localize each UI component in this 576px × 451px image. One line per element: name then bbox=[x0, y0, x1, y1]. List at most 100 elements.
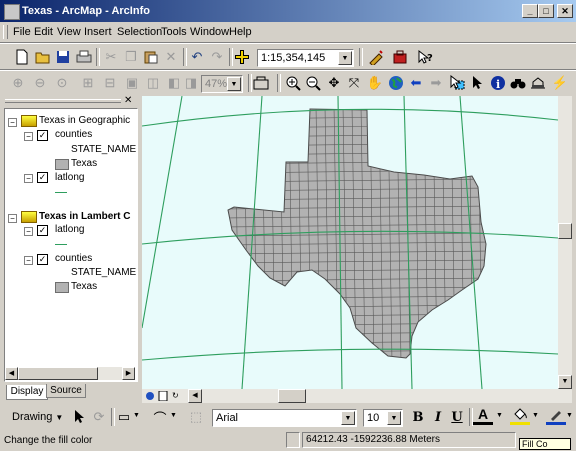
font-color-button[interactable]: A bbox=[473, 406, 493, 425]
undo-icon[interactable]: ↶ bbox=[187, 47, 207, 67]
menu-edit[interactable]: Edit bbox=[34, 25, 53, 39]
cut-icon[interactable]: ✂ bbox=[101, 47, 121, 67]
rotate-icon[interactable]: ⟳ bbox=[89, 407, 109, 427]
editor-icon[interactable] bbox=[366, 47, 386, 67]
scroll-left-icon[interactable]: ◀ bbox=[5, 367, 18, 380]
chevron-down-icon[interactable]: ▼ bbox=[496, 412, 503, 419]
chevron-down-icon[interactable]: ▼ bbox=[227, 77, 241, 91]
full-extent-globe-icon[interactable] bbox=[386, 73, 406, 93]
chevron-down-icon[interactable]: ▼ bbox=[341, 411, 355, 425]
menu-insert[interactable]: Insert bbox=[84, 25, 112, 39]
map-display[interactable] bbox=[142, 96, 558, 389]
map-horizontal-scrollbar[interactable]: ↻ ◀ bbox=[142, 389, 572, 403]
toggle-draft-mode-icon[interactable] bbox=[251, 73, 271, 93]
title-bar[interactable]: Texas - ArcMap - ArcInfo _ □ ✕ bbox=[0, 0, 576, 22]
new-text-icon[interactable]: ⌒ bbox=[150, 407, 170, 427]
menu-file[interactable]: File bbox=[13, 25, 31, 39]
chevron-down-icon[interactable]: ▼ bbox=[532, 412, 539, 419]
chevron-down-icon[interactable]: ▼ bbox=[338, 51, 352, 65]
polygon-symbol-swatch[interactable] bbox=[55, 282, 69, 293]
layer-visibility-checkbox[interactable]: ✓ bbox=[37, 254, 48, 265]
find-binoculars-icon[interactable] bbox=[508, 73, 528, 93]
layer-name-counties[interactable]: counties bbox=[55, 252, 92, 265]
rectangle-icon[interactable]: ▭ bbox=[114, 407, 134, 427]
edit-vertices-icon[interactable]: ⬚ bbox=[186, 407, 206, 427]
chevron-down-icon[interactable]: ▼ bbox=[170, 412, 177, 419]
zoom-100-icon[interactable]: ◫ bbox=[143, 73, 163, 93]
layout-zoom-combo[interactable]: 47% ▼ bbox=[201, 75, 243, 93]
scroll-thumb[interactable] bbox=[18, 367, 98, 380]
menu-selection[interactable]: Selection bbox=[117, 25, 162, 39]
add-data-icon[interactable] bbox=[232, 47, 252, 67]
menu-tools[interactable]: Tools bbox=[161, 25, 187, 39]
identify-icon[interactable]: i bbox=[488, 73, 508, 93]
fixed-zoom-in-icon[interactable]: ✥ bbox=[324, 73, 344, 93]
font-size-combo[interactable]: 10 ▼ bbox=[363, 409, 403, 427]
collapse-icon[interactable]: − bbox=[24, 132, 33, 141]
layer-name-latlong[interactable]: latlong bbox=[55, 223, 84, 236]
layer-name-latlong[interactable]: latlong bbox=[55, 171, 84, 184]
paste-icon[interactable] bbox=[141, 47, 161, 67]
bold-button[interactable]: B bbox=[408, 407, 428, 427]
fill-color-bucket-icon[interactable] bbox=[510, 406, 530, 425]
collapse-icon[interactable]: − bbox=[24, 227, 33, 236]
scroll-down-icon[interactable]: ▼ bbox=[558, 375, 572, 389]
open-icon[interactable] bbox=[33, 47, 53, 67]
data-frame-label[interactable]: Texas in Geographic bbox=[39, 114, 130, 127]
copy-icon[interactable]: ❐ bbox=[121, 47, 141, 67]
menu-view[interactable]: View bbox=[57, 25, 81, 39]
line-symbol-swatch[interactable] bbox=[55, 192, 67, 193]
fixed-zoom-in-layout-icon[interactable]: ⊞ bbox=[78, 73, 98, 93]
scroll-thumb[interactable] bbox=[558, 223, 572, 239]
pan-hand-icon[interactable]: ✋ bbox=[365, 73, 385, 93]
menu-grip[interactable] bbox=[3, 25, 8, 39]
print-icon[interactable] bbox=[74, 47, 94, 67]
fixed-zoom-out-icon[interactable]: ⤧ bbox=[344, 73, 364, 93]
tab-source[interactable]: Source bbox=[46, 384, 86, 398]
hyperlink-lightning-icon[interactable]: ⚡ bbox=[550, 73, 570, 93]
map-canvas[interactable] bbox=[142, 96, 558, 389]
zoom-in-layout-icon[interactable]: ⊕ bbox=[8, 73, 28, 93]
zoom-out-icon[interactable] bbox=[303, 73, 323, 93]
toc-horizontal-scrollbar[interactable]: ◀ ▶ bbox=[5, 367, 135, 380]
forward-extent-layout-icon[interactable]: ◨ bbox=[181, 73, 201, 93]
close-button[interactable]: ✕ bbox=[557, 4, 573, 18]
zoom-in-icon[interactable] bbox=[283, 73, 303, 93]
refresh-icon[interactable]: ↻ bbox=[172, 391, 182, 401]
drawing-menu[interactable]: Drawing ▼ bbox=[12, 409, 63, 426]
back-extent-arrow-icon[interactable]: ⬅ bbox=[406, 73, 426, 93]
tab-display[interactable]: Display bbox=[6, 385, 48, 400]
fixed-zoom-out-layout-icon[interactable]: ⊟ bbox=[100, 73, 120, 93]
italic-button[interactable]: I bbox=[428, 407, 448, 427]
redo-icon[interactable]: ↷ bbox=[207, 47, 227, 67]
map-vertical-scrollbar[interactable]: ▼ bbox=[558, 96, 572, 389]
zoom-out-layout-icon[interactable]: ⊖ bbox=[30, 73, 50, 93]
measure-icon[interactable] bbox=[528, 73, 548, 93]
select-features-icon[interactable] bbox=[447, 73, 467, 93]
new-icon[interactable] bbox=[12, 47, 32, 67]
maximize-button[interactable]: □ bbox=[538, 4, 554, 18]
menu-help[interactable]: Help bbox=[229, 25, 252, 39]
select-elements-icon[interactable] bbox=[70, 407, 90, 427]
font-combo[interactable]: Arial ▼ bbox=[212, 409, 357, 427]
toc-grip[interactable] bbox=[5, 99, 121, 103]
line-color-pen-icon[interactable] bbox=[546, 406, 566, 425]
select-elements-arrow-icon[interactable] bbox=[468, 73, 488, 93]
layer-visibility-checkbox[interactable]: ✓ bbox=[37, 172, 48, 183]
collapse-icon[interactable]: − bbox=[8, 118, 17, 127]
layer-name-counties[interactable]: counties bbox=[55, 128, 92, 141]
toc-close-icon[interactable]: ✕ bbox=[124, 95, 132, 106]
chevron-down-icon[interactable]: ▼ bbox=[566, 412, 573, 419]
scroll-right-icon[interactable]: ▶ bbox=[122, 367, 135, 380]
active-data-frame-label[interactable]: Texas in Lambert C bbox=[39, 210, 131, 223]
layer-visibility-checkbox[interactable]: ✓ bbox=[37, 225, 48, 236]
scroll-thumb[interactable] bbox=[278, 389, 306, 403]
map-scale-combo[interactable]: 1:15,354,145 ▼ bbox=[257, 49, 354, 67]
chevron-down-icon[interactable]: ▼ bbox=[387, 411, 401, 425]
arcmap-app-icon[interactable] bbox=[4, 4, 20, 20]
layout-view-icon[interactable] bbox=[158, 390, 168, 402]
chevron-down-icon[interactable]: ▼ bbox=[133, 412, 140, 419]
menu-window[interactable]: Window bbox=[190, 25, 229, 39]
layer-visibility-checkbox[interactable]: ✓ bbox=[37, 130, 48, 141]
data-view-icon[interactable] bbox=[145, 391, 155, 401]
